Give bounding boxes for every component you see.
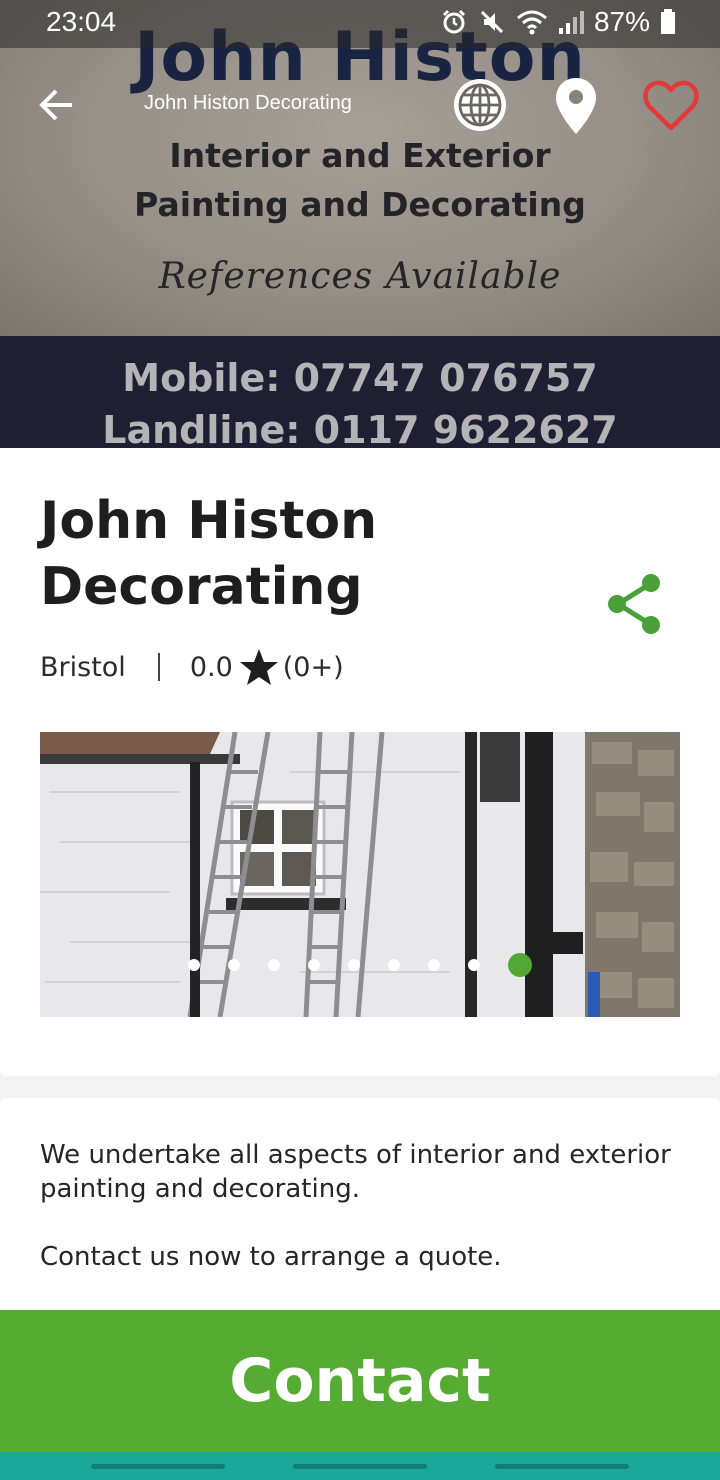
screen: John Histon Interior and Exterior Painti… xyxy=(0,0,720,1480)
back-arrow-icon xyxy=(39,89,72,121)
business-meta: Bristol 0.0 (0+) xyxy=(40,648,344,686)
map-pin-icon xyxy=(556,78,596,134)
battery-percent: 87% xyxy=(593,6,650,37)
nav-back-button[interactable] xyxy=(495,1464,629,1469)
status-icons: 87% xyxy=(440,6,676,38)
status-bar: 23:04 87% xyxy=(0,0,720,48)
nav-home-button[interactable] xyxy=(293,1464,427,1469)
carousel-dot[interactable] xyxy=(428,959,440,971)
globe-icon xyxy=(454,79,506,131)
share-icon xyxy=(608,574,660,634)
description-paragraph-2: Contact us now to arrange a quote. xyxy=(40,1242,502,1272)
mute-icon xyxy=(480,10,504,34)
carousel-indicators xyxy=(40,953,680,977)
alarm-icon xyxy=(442,9,466,34)
business-info-card: John Histon Decorating Bristol 0.0 (0+) xyxy=(0,448,720,1076)
wifi-icon xyxy=(516,10,547,35)
heart-icon xyxy=(643,80,699,131)
business-location: Bristol xyxy=(40,651,126,683)
carousel-dot[interactable] xyxy=(268,959,280,971)
toolbar-title: John Histon Decorating xyxy=(144,92,352,114)
meta-divider xyxy=(157,653,160,681)
battery-icon xyxy=(661,9,675,34)
signal-icon xyxy=(558,11,584,34)
description-card: We undertake all aspects of interior and… xyxy=(0,1098,720,1310)
description-paragraph-1: We undertake all aspects of interior and… xyxy=(40,1140,671,1204)
contact-button[interactable]: Contact xyxy=(0,1310,720,1452)
back-button[interactable] xyxy=(30,80,82,130)
location-button[interactable] xyxy=(552,76,600,136)
carousel-dot[interactable] xyxy=(308,959,320,971)
carousel-dot-active[interactable] xyxy=(508,953,532,977)
carousel-dot[interactable] xyxy=(348,959,360,971)
business-name: John Histon Decorating xyxy=(40,491,378,617)
carousel-dot[interactable] xyxy=(188,959,200,971)
share-button[interactable] xyxy=(604,572,666,636)
favorite-button[interactable] xyxy=(642,78,700,132)
star-icon xyxy=(239,648,279,686)
review-count: (0+) xyxy=(282,651,344,683)
carousel-dot[interactable] xyxy=(388,959,400,971)
toolbar: John Histon Decorating xyxy=(0,60,720,150)
status-time: 23:04 xyxy=(46,6,117,37)
navigation-bar xyxy=(0,1452,720,1480)
photo-carousel[interactable] xyxy=(40,732,680,1017)
website-button[interactable] xyxy=(451,76,509,134)
carousel-dot[interactable] xyxy=(228,959,240,971)
rating-value: 0.0 xyxy=(189,651,233,683)
nav-recents-button[interactable] xyxy=(91,1464,225,1469)
carousel-dot[interactable] xyxy=(468,959,480,971)
